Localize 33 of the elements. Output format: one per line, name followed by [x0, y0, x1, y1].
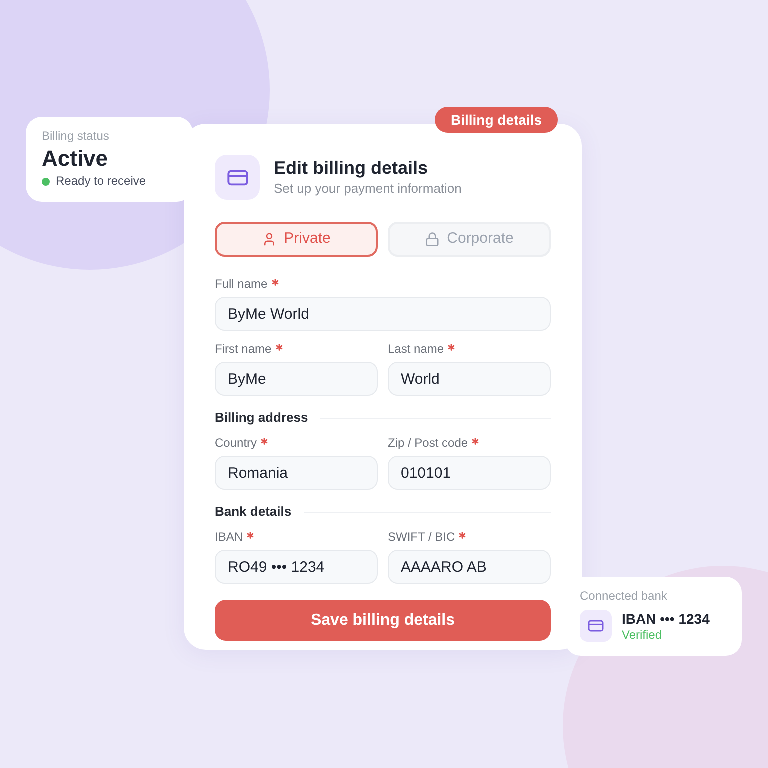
- input-field[interactable]: ByMe: [215, 362, 378, 396]
- section-heading: Bank details: [215, 504, 292, 520]
- connected-bank-label: Connected bank: [580, 589, 668, 604]
- save-button[interactable]: Save billing details: [215, 600, 551, 641]
- input-field[interactable]: ByMe World: [215, 297, 551, 331]
- input-field[interactable]: World: [388, 362, 551, 396]
- status-dot-icon: [42, 178, 50, 186]
- field-label: Last name: [388, 341, 444, 357]
- section-badge: Billing details: [435, 107, 558, 133]
- verified-status: Verified: [622, 628, 664, 642]
- status-text: Ready to receive: [56, 174, 146, 189]
- form-subtitle: Set up your payment information: [274, 180, 462, 198]
- field-label: IBAN: [215, 529, 244, 545]
- person-icon: [262, 232, 278, 247]
- account-type-label: Private: [284, 229, 331, 250]
- input-field[interactable]: Romania: [215, 456, 378, 490]
- status-value: Active: [42, 146, 110, 172]
- section-heading: Billing address: [215, 410, 308, 426]
- credit-card-icon: [226, 170, 248, 186]
- field-label: First name: [215, 341, 272, 357]
- input-field[interactable]: 010101: [388, 456, 551, 490]
- form-title: Edit billing details: [274, 157, 430, 179]
- credit-card-icon: [588, 620, 604, 632]
- field-label: SWIFT / BIC: [388, 529, 456, 545]
- bank-account-number: IBAN ••• 1234: [622, 610, 710, 628]
- input-field[interactable]: AAAARO AB: [388, 550, 551, 584]
- input-field[interactable]: RO49 ••• 1234: [215, 550, 378, 584]
- field-label: Country: [215, 435, 258, 451]
- account-type-label: Corporate: [447, 229, 514, 250]
- lock-icon: [425, 232, 440, 247]
- status-card-label: Billing status: [42, 129, 110, 144]
- field-label: Full name: [215, 276, 268, 292]
- field-label: Zip / Post code: [388, 435, 468, 451]
